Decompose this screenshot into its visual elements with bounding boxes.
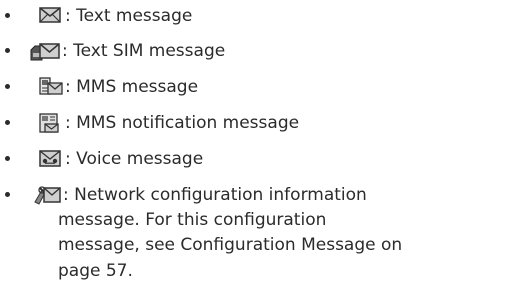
legend-label: : Text SIM message [62, 41, 226, 61]
voice-message-icon [39, 150, 61, 167]
bullet [5, 192, 10, 197]
legend-continuation-line: page 57. [58, 261, 133, 281]
mms-icon [39, 77, 63, 95]
bullet [5, 156, 10, 161]
mms-notification-icon [39, 113, 59, 133]
legend-label: : Text message [65, 6, 193, 26]
network-config-icon [34, 186, 61, 205]
bullet [5, 120, 10, 125]
envelope-icon [39, 7, 61, 23]
sim-envelope-icon [30, 43, 60, 61]
legend-label: : Voice message [65, 149, 204, 169]
bullet [5, 84, 10, 89]
legend-label: : MMS message [65, 77, 199, 97]
legend-label: : MMS notification message [65, 113, 300, 133]
bullet [5, 48, 10, 53]
legend-continuation-line: message. For this configuration [58, 210, 327, 230]
legend-continuation-line: message, see Configuration Message on [58, 235, 403, 255]
bullet [5, 13, 10, 18]
legend-label: : Network configuration information [63, 185, 367, 205]
